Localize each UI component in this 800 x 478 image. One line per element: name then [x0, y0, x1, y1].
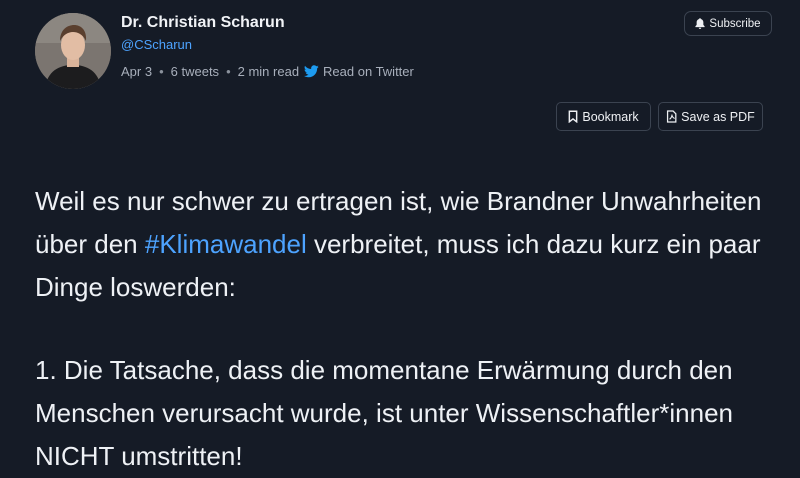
bell-icon [695, 18, 706, 29]
hashtag-link[interactable]: #Klimawandel [145, 229, 307, 259]
bookmark-button[interactable]: Bookmark [556, 102, 651, 131]
author-avatar[interactable] [35, 13, 111, 89]
thread-meta: Apr 3 • 6 tweets • 2 min read Read on Tw… [121, 64, 414, 79]
author-handle[interactable]: @CScharun [121, 37, 192, 52]
subscribe-label: Subscribe [709, 17, 761, 30]
tweet-body: Weil es nur schwer zu ertragen ist, wie … [35, 180, 775, 478]
author-name[interactable]: Dr. Christian Scharun [121, 14, 285, 32]
bookmark-icon [568, 110, 578, 123]
tweet-count: 6 tweets [170, 64, 220, 79]
save-pdf-button[interactable]: Save as PDF [658, 102, 763, 131]
twitter-bird-icon [304, 65, 319, 78]
thread-date: Apr 3 [121, 64, 153, 79]
bookmark-label: Bookmark [582, 109, 639, 124]
read-time: 2 min read [237, 64, 300, 79]
subscribe-button[interactable]: Subscribe [684, 11, 772, 36]
separator-dot: • [226, 64, 231, 79]
pdf-icon [666, 110, 677, 123]
tweet-paragraph: 1. Die Tatsache, dass die momentane Erwä… [35, 355, 733, 471]
save-pdf-label: Save as PDF [681, 109, 755, 124]
separator-dot: • [159, 64, 164, 79]
tweet-paragraph: Weil es nur schwer zu ertragen ist, wie … [35, 180, 775, 309]
read-on-twitter-link[interactable]: Read on Twitter [323, 64, 414, 79]
